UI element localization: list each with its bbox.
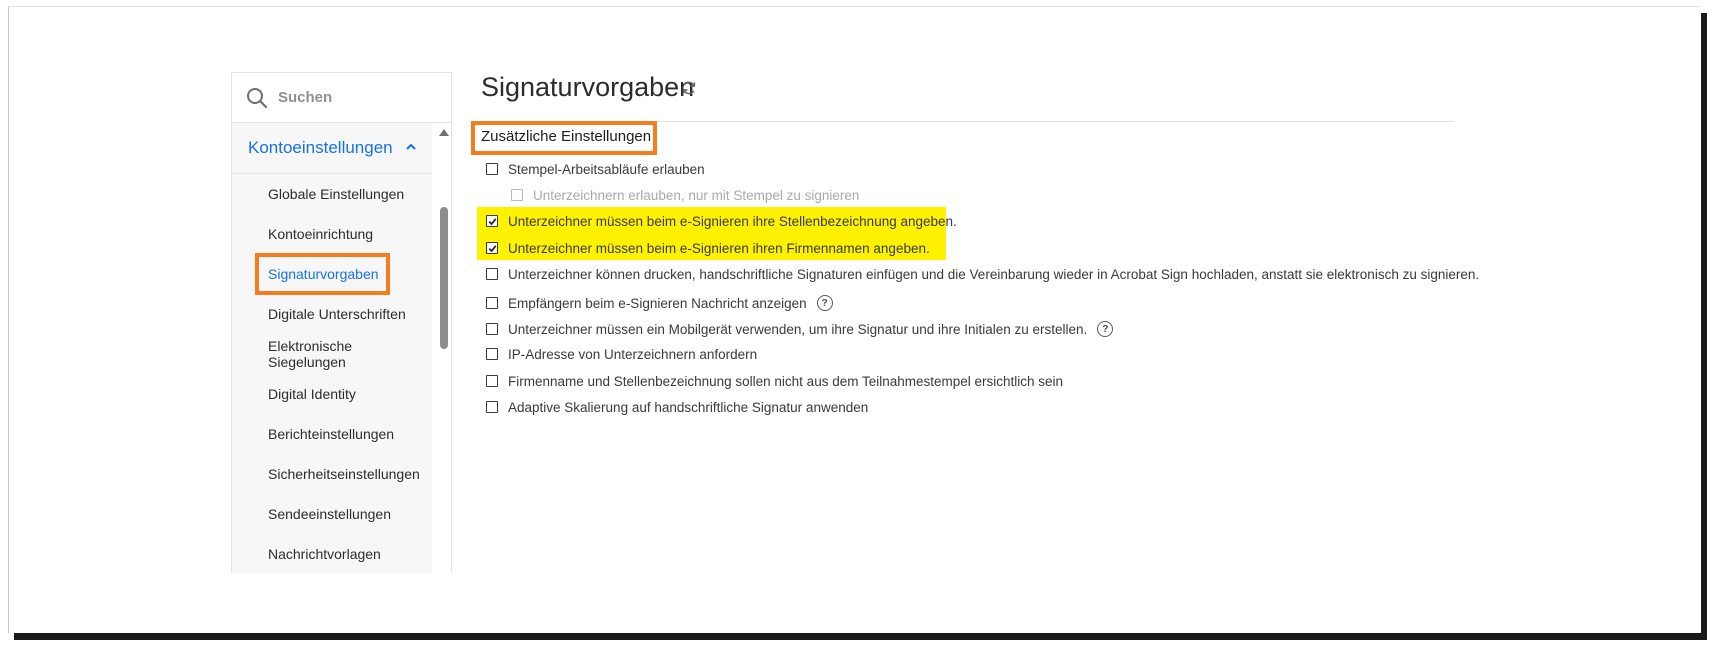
sidebar-item-digitale-unterschriften[interactable]: Digitale Unterschriften bbox=[232, 294, 432, 334]
option-ip-adresse[interactable]: IP-Adresse von Unterzeichnern anfordern bbox=[486, 343, 757, 365]
highlight-box-sidebar-active bbox=[255, 253, 390, 295]
option-stempel-arbeitsablaeufe[interactable]: Stempel-Arbeitsabläufe erlauben bbox=[486, 158, 705, 180]
sidebar-item-label: Digital Identity bbox=[268, 386, 356, 402]
sidebar: Kontoeinstellungen Globale Einstellungen… bbox=[231, 72, 452, 573]
checkbox-checked[interactable] bbox=[486, 242, 498, 254]
sidebar-nav-list: Globale Einstellungen Kontoeinrichtung S… bbox=[232, 174, 432, 573]
option-label: Unterzeichner müssen beim e-Signieren ih… bbox=[508, 240, 930, 256]
option-nur-mit-stempel: Unterzeichnern erlauben, nur mit Stempel… bbox=[511, 184, 859, 206]
sidebar-item-label: Digitale Unterschriften bbox=[268, 306, 406, 322]
checkbox[interactable] bbox=[486, 268, 498, 280]
sidebar-item-label: Sicherheitseinstellungen bbox=[268, 466, 420, 482]
option-label: Empfängern beim e-Signieren Nachricht an… bbox=[508, 295, 807, 311]
sidebar-item-berichteinstellungen[interactable]: Berichteinstellungen bbox=[232, 414, 432, 454]
sidebar-item-sendeeinstellungen[interactable]: Sendeeinstellungen bbox=[232, 494, 432, 534]
option-stellenbezeichnung-angeben[interactable]: Unterzeichner müssen beim e-Signieren ih… bbox=[486, 210, 957, 232]
option-adaptive-skalierung[interactable]: Adaptive Skalierung auf handschriftliche… bbox=[486, 396, 868, 418]
sidebar-item-kontoeinrichtung[interactable]: Kontoeinrichtung bbox=[232, 214, 432, 254]
scroll-up-arrow-icon[interactable] bbox=[439, 129, 449, 136]
frame-edge bbox=[369, 7, 1709, 9]
sidebar-item-label: Nachrichtvorlagen bbox=[268, 546, 381, 562]
option-label: IP-Adresse von Unterzeichnern anfordern bbox=[508, 346, 758, 362]
page-title: Signaturvorgaben bbox=[481, 72, 695, 102]
sidebar-item-label: Globale Einstellungen bbox=[268, 186, 405, 202]
option-nachricht-anzeigen[interactable]: Empfängern beim e-Signieren Nachricht an… bbox=[486, 292, 833, 314]
checkbox-checked[interactable] bbox=[486, 215, 498, 227]
search-icon bbox=[247, 87, 268, 108]
option-label: Stempel-Arbeitsabläufe erlauben bbox=[508, 161, 705, 177]
option-firmennamen-angeben[interactable]: Unterzeichner müssen beim e-Signieren ih… bbox=[486, 237, 930, 259]
sidebar-scrollbar[interactable] bbox=[436, 123, 450, 573]
search-input[interactable] bbox=[276, 88, 430, 107]
sidebar-item-label: Berichteinstellungen bbox=[268, 426, 395, 442]
checkbox[interactable] bbox=[486, 323, 498, 335]
option-label: Unterzeichner können drucken, handschrif… bbox=[508, 266, 1480, 282]
sidebar-item-label: Elektronische Siegelungen bbox=[268, 338, 353, 370]
option-mobilgeraet[interactable]: Unterzeichner müssen ein Mobilgerät verw… bbox=[486, 318, 1114, 340]
search-bar[interactable] bbox=[232, 73, 451, 123]
checkbox[interactable] bbox=[486, 163, 498, 175]
option-label: Firmenname und Stellenbezeichnung sollen… bbox=[508, 373, 1064, 389]
refresh-icon[interactable] bbox=[681, 80, 697, 96]
sidebar-scroll-area: Kontoeinstellungen Globale Einstellungen… bbox=[232, 123, 451, 573]
sidebar-item-label: Sendeeinstellungen bbox=[268, 506, 391, 522]
chevron-up-icon[interactable] bbox=[404, 140, 418, 154]
option-drucken-hochladen[interactable]: Unterzeichner können drucken, handschrif… bbox=[486, 263, 1479, 285]
checkbox-disabled bbox=[511, 189, 523, 201]
checkbox[interactable] bbox=[486, 348, 498, 360]
option-teilnahmestempel[interactable]: Firmenname und Stellenbezeichnung sollen… bbox=[486, 370, 1063, 392]
help-icon[interactable]: ? bbox=[1097, 321, 1114, 337]
checkmark-icon bbox=[488, 217, 497, 225]
sidebar-item-globale-einstellungen[interactable]: Globale Einstellungen bbox=[232, 174, 432, 214]
option-label: Unterzeichnern erlauben, nur mit Stempel… bbox=[533, 187, 860, 203]
scrollbar-thumb[interactable] bbox=[440, 207, 448, 349]
sidebar-group-label: Kontoeinstellungen bbox=[248, 138, 393, 157]
checkbox[interactable] bbox=[486, 375, 498, 387]
option-label: Unterzeichner müssen beim e-Signieren ih… bbox=[508, 213, 957, 229]
help-icon[interactable]: ? bbox=[816, 295, 833, 311]
sidebar-item-label: Kontoeinrichtung bbox=[268, 226, 374, 242]
sidebar-item-sicherheitseinstellungen[interactable]: Sicherheitseinstellungen bbox=[232, 454, 432, 494]
checkbox[interactable] bbox=[486, 297, 498, 309]
checkbox[interactable] bbox=[486, 401, 498, 413]
option-label: Unterzeichner müssen ein Mobilgerät verw… bbox=[508, 321, 1088, 337]
highlight-box-section-title bbox=[471, 121, 657, 155]
option-label: Adaptive Skalierung auf handschriftliche… bbox=[508, 399, 869, 415]
sidebar-item-digital-identity[interactable]: Digital Identity bbox=[232, 374, 432, 414]
sidebar-item-nachrichtvorlagen[interactable]: Nachrichtvorlagen bbox=[232, 534, 432, 573]
sidebar-item-elektronische-siegelungen[interactable]: Elektronische Siegelungen bbox=[232, 334, 432, 374]
sidebar-group-kontoeinstellungen[interactable]: Kontoeinstellungen bbox=[232, 123, 432, 174]
checkmark-icon bbox=[488, 244, 497, 252]
